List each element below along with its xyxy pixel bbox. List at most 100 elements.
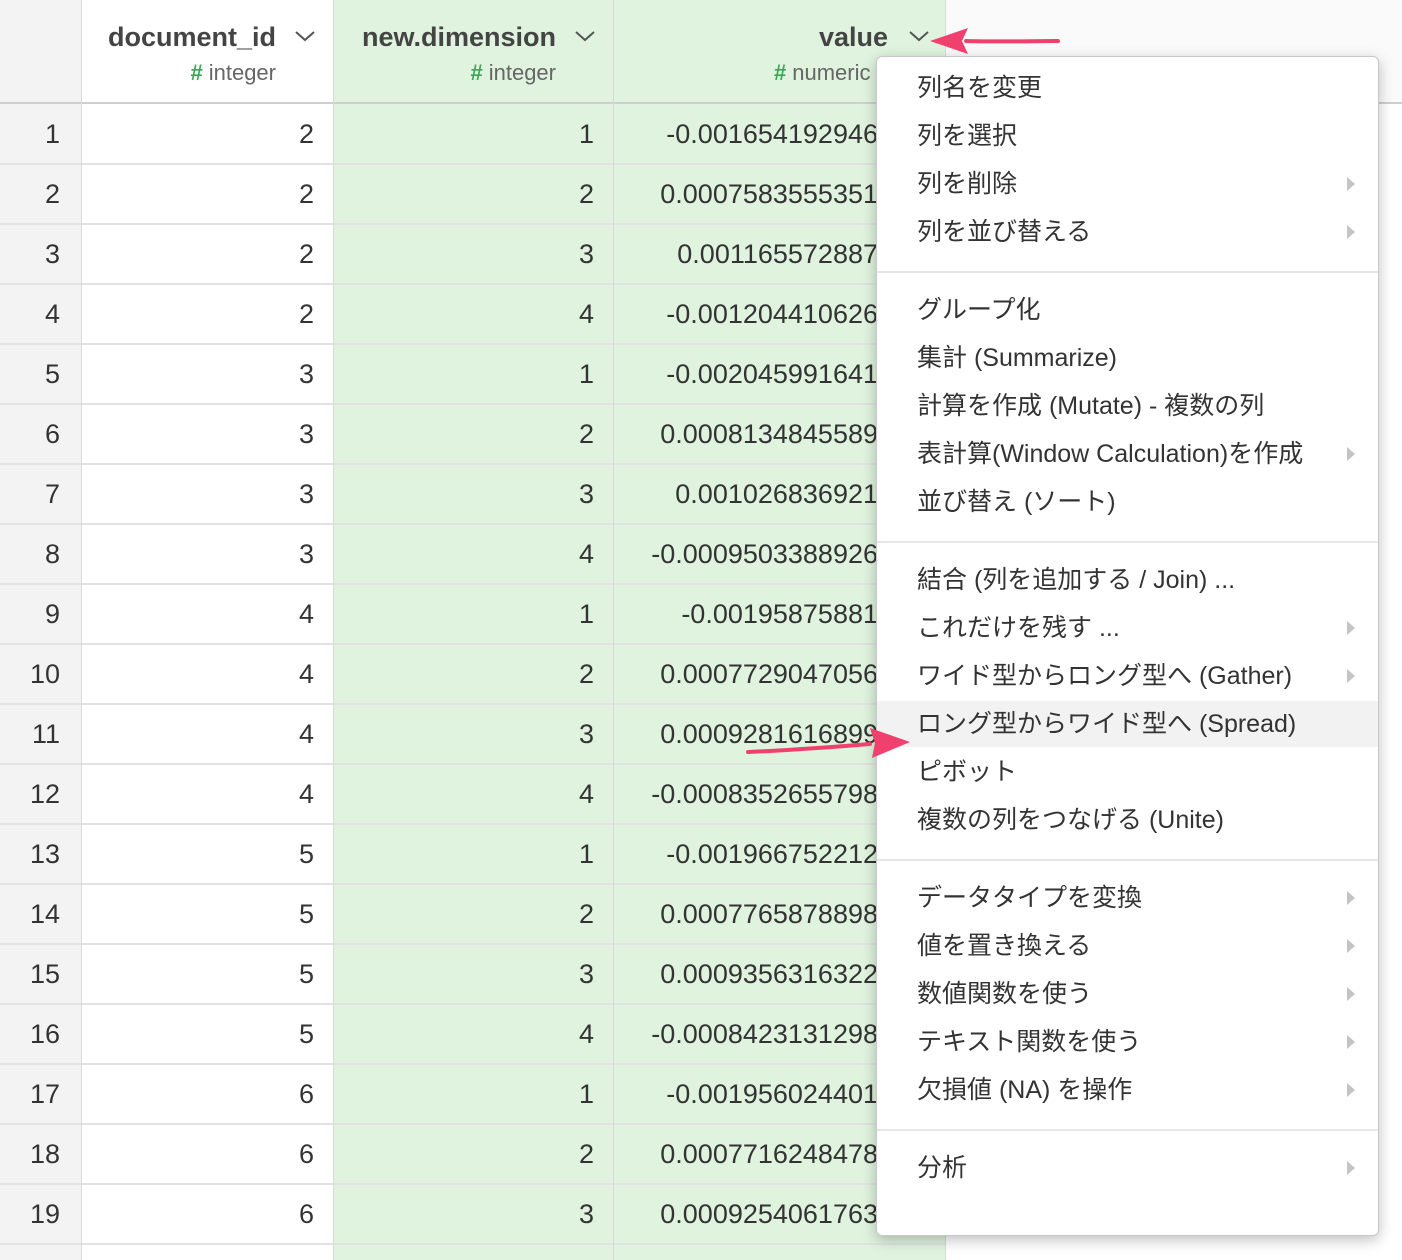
document-id-cell[interactable]: 6 bbox=[82, 1185, 334, 1243]
table-row[interactable]: 8 3 4 -0.0009503388926 bbox=[0, 525, 946, 585]
document-id-cell[interactable]: 3 bbox=[82, 465, 334, 523]
new-dimension-cell[interactable]: 3 bbox=[334, 225, 614, 283]
table-row[interactable]: 14 5 2 0.0007765878898 bbox=[0, 885, 946, 945]
menu-item[interactable]: 列名を変更 bbox=[877, 65, 1378, 111]
document-id-cell[interactable]: 2 bbox=[82, 285, 334, 343]
document-id-cell[interactable]: 2 bbox=[82, 225, 334, 283]
document-id-cell[interactable]: 5 bbox=[82, 945, 334, 1003]
value-cell[interactable]: 0.001026836921 bbox=[614, 465, 878, 523]
document-id-cell[interactable]: 2 bbox=[82, 105, 334, 163]
menu-item[interactable]: 結合 (列を追加する / Join) ... bbox=[877, 557, 1378, 603]
menu-item[interactable]: 集計 (Summarize) bbox=[877, 335, 1378, 381]
document-id-cell[interactable]: 4 bbox=[82, 705, 334, 763]
new-dimension-cell[interactable]: 1 bbox=[334, 345, 614, 403]
value-cell[interactable]: -0.0009503388926 bbox=[614, 525, 878, 583]
row-index-cell[interactable]: 6 bbox=[0, 405, 82, 463]
row-index-cell[interactable]: 12 bbox=[0, 765, 82, 823]
chevron-down-icon[interactable] bbox=[294, 28, 316, 44]
column-header-document-id[interactable]: document_id # integer bbox=[82, 0, 334, 102]
menu-item[interactable]: 値を置き換える bbox=[877, 923, 1378, 969]
document-id-cell[interactable]: 4 bbox=[82, 585, 334, 643]
menu-item[interactable]: 計算を作成 (Mutate) - 複数の列 bbox=[877, 383, 1378, 429]
menu-item[interactable]: これだけを残す ... bbox=[877, 605, 1378, 651]
row-index-cell[interactable]: 8 bbox=[0, 525, 82, 583]
value-cell[interactable]: -0.00195875881 bbox=[614, 585, 878, 643]
row-index-cell[interactable]: 1 bbox=[0, 105, 82, 163]
document-id-cell[interactable]: 4 bbox=[82, 645, 334, 703]
new-dimension-cell[interactable]: 2 bbox=[334, 1125, 614, 1183]
table-row[interactable]: 9 4 1 -0.00195875881 bbox=[0, 585, 946, 645]
new-dimension-cell[interactable]: 2 bbox=[334, 885, 614, 943]
value-cell[interactable]: 0.0009356316322 bbox=[614, 945, 878, 1003]
value-cell[interactable]: 0.0009254061763 bbox=[614, 1185, 878, 1243]
table-row[interactable]: 4 2 4 -0.001204410626 bbox=[0, 285, 946, 345]
table-row[interactable]: 2 2 2 0.0007583555351 bbox=[0, 165, 946, 225]
menu-item[interactable]: 数値関数を使う bbox=[877, 971, 1378, 1017]
value-cell[interactable]: 0.0007765878898 bbox=[614, 885, 878, 943]
value-cell[interactable]: 0.001165572887 bbox=[614, 225, 878, 283]
menu-item[interactable]: 分析 bbox=[877, 1145, 1378, 1191]
table-row[interactable]: 18 6 2 0.0007716248478 bbox=[0, 1125, 946, 1185]
document-id-cell[interactable]: 3 bbox=[82, 525, 334, 583]
document-id-cell[interactable]: 2 bbox=[82, 165, 334, 223]
value-cell[interactable]: -0.0008423131298 bbox=[614, 1005, 878, 1063]
menu-item[interactable]: 欠損値 (NA) を操作 bbox=[877, 1067, 1378, 1113]
new-dimension-cell[interactable]: 1 bbox=[334, 1065, 614, 1123]
row-index-cell[interactable]: 10 bbox=[0, 645, 82, 703]
menu-item[interactable]: 複数の列をつなげる (Unite) bbox=[877, 797, 1378, 843]
value-cell[interactable]: -0.001966752212 bbox=[614, 825, 878, 883]
table-row[interactable]: 5 3 1 -0.002045991641 bbox=[0, 345, 946, 405]
value-cell[interactable]: -0.002045991641 bbox=[614, 345, 878, 403]
document-id-cell[interactable]: 6 bbox=[82, 1065, 334, 1123]
table-row[interactable]: 15 5 3 0.0009356316322 bbox=[0, 945, 946, 1005]
column-header-new-dimension[interactable]: new.dimension # integer bbox=[334, 0, 614, 102]
value-cell[interactable]: -0.001654192946 bbox=[614, 105, 878, 163]
chevron-down-icon[interactable] bbox=[574, 28, 596, 44]
row-index-cell[interactable]: 4 bbox=[0, 285, 82, 343]
table-row[interactable]: 17 6 1 -0.001956024401 bbox=[0, 1065, 946, 1125]
document-id-cell[interactable]: 5 bbox=[82, 885, 334, 943]
row-index-cell[interactable]: 11 bbox=[0, 705, 82, 763]
row-index-cell[interactable]: 2 bbox=[0, 165, 82, 223]
row-index-cell[interactable]: 7 bbox=[0, 465, 82, 523]
new-dimension-cell[interactable]: 2 bbox=[334, 405, 614, 463]
table-row[interactable]: 6 3 2 0.0008134845589 bbox=[0, 405, 946, 465]
row-index-cell[interactable]: 14 bbox=[0, 885, 82, 943]
new-dimension-cell[interactable]: 3 bbox=[334, 465, 614, 523]
menu-item[interactable]: ピボット bbox=[877, 749, 1378, 795]
value-cell[interactable]: 0.0007583555351 bbox=[614, 165, 878, 223]
new-dimension-cell[interactable]: 4 bbox=[334, 765, 614, 823]
new-dimension-cell[interactable]: 3 bbox=[334, 1185, 614, 1243]
row-index-cell[interactable]: 17 bbox=[0, 1065, 82, 1123]
value-cell[interactable]: -0.0008352655798 bbox=[614, 765, 878, 823]
menu-item[interactable]: 列を削除 bbox=[877, 161, 1378, 207]
menu-item[interactable]: データタイプを変換 bbox=[877, 875, 1378, 921]
new-dimension-cell[interactable]: 1 bbox=[334, 825, 614, 883]
menu-item[interactable]: 並び替え (ソート) bbox=[877, 479, 1378, 525]
menu-item[interactable]: ロング型からワイド型へ (Spread) bbox=[877, 701, 1378, 747]
new-dimension-cell[interactable]: 2 bbox=[334, 645, 614, 703]
document-id-cell[interactable]: 5 bbox=[82, 825, 334, 883]
value-cell[interactable]: -0.001204410626 bbox=[614, 285, 878, 343]
value-cell[interactable]: 0.0008134845589 bbox=[614, 405, 878, 463]
new-dimension-cell[interactable]: 4 bbox=[334, 285, 614, 343]
row-index-cell[interactable]: 5 bbox=[0, 345, 82, 403]
row-index-cell[interactable]: 9 bbox=[0, 585, 82, 643]
new-dimension-cell[interactable]: 4 bbox=[334, 1005, 614, 1063]
table-row[interactable]: 13 5 1 -0.001966752212 bbox=[0, 825, 946, 885]
new-dimension-cell[interactable]: 1 bbox=[334, 105, 614, 163]
menu-item[interactable]: 列を選択 bbox=[877, 113, 1378, 159]
new-dimension-cell[interactable]: 1 bbox=[334, 585, 614, 643]
table-row[interactable]: 10 4 2 0.0007729047056 bbox=[0, 645, 946, 705]
row-index-cell[interactable]: 16 bbox=[0, 1005, 82, 1063]
table-row[interactable]: 19 6 3 0.0009254061763 bbox=[0, 1185, 946, 1245]
table-row[interactable]: 1 2 1 -0.001654192946 bbox=[0, 105, 946, 165]
table-row[interactable]: 16 5 4 -0.0008423131298 bbox=[0, 1005, 946, 1065]
row-index-cell[interactable]: 18 bbox=[0, 1125, 82, 1183]
table-row[interactable]: 7 3 3 0.001026836921 bbox=[0, 465, 946, 525]
row-index-cell[interactable]: 3 bbox=[0, 225, 82, 283]
table-row[interactable]: 12 4 4 -0.0008352655798 bbox=[0, 765, 946, 825]
menu-item[interactable]: 列を並び替える bbox=[877, 209, 1378, 255]
value-cell[interactable]: 0.0007716248478 bbox=[614, 1125, 878, 1183]
new-dimension-cell[interactable]: 2 bbox=[334, 165, 614, 223]
